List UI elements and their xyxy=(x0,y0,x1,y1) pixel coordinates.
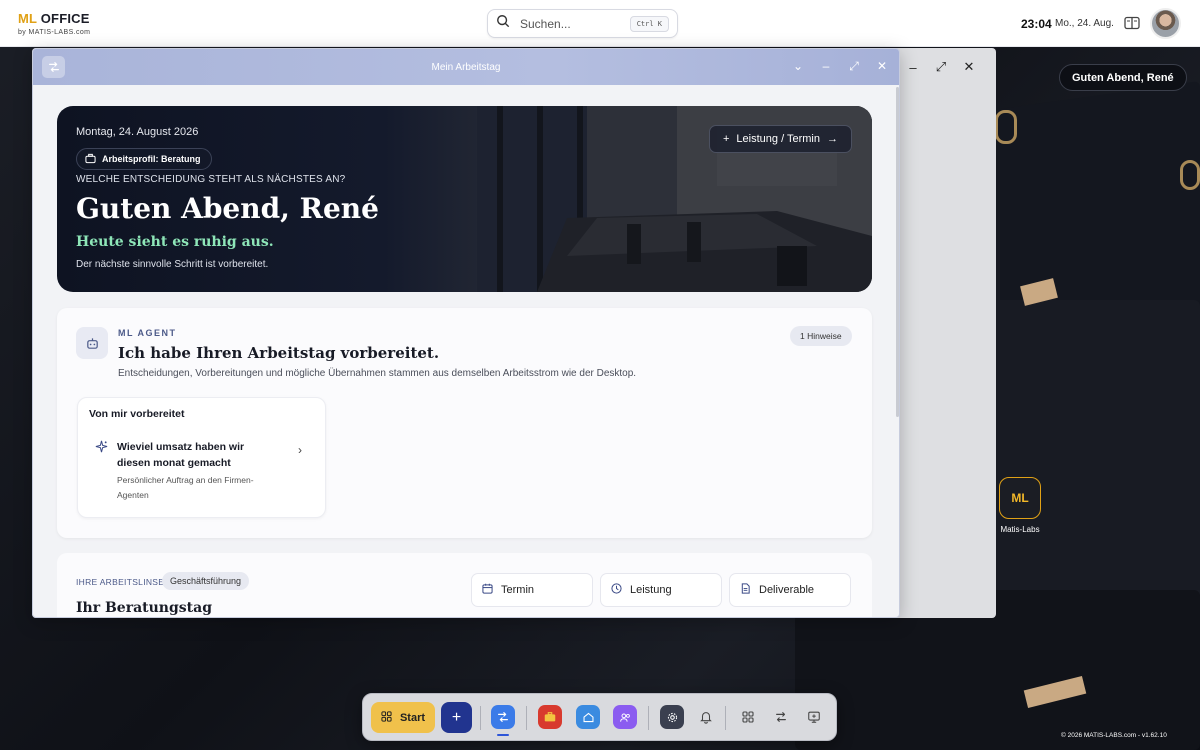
hero-description: Der nächste sinnvolle Schritt ist vorber… xyxy=(76,259,269,270)
window-controls: ⌄ – ⤢ ✕ xyxy=(791,58,889,74)
profile-chip-label: Arbeitsprofil: Beratung xyxy=(102,154,201,164)
gear-icon xyxy=(667,712,677,722)
leistung-termin-button[interactable]: + Leistung / Termin → xyxy=(709,125,852,153)
prepared-title: Von mir vorbereitet xyxy=(89,408,185,420)
hero-date: Montag, 24. August 2026 xyxy=(76,126,199,138)
close-icon[interactable]: ✕ xyxy=(960,58,978,76)
desktop-greeting: Guten Abend, René xyxy=(1059,64,1187,91)
top-bar: ML OFFICE by MATIS-LABS.com Suchen... Ct… xyxy=(0,0,1200,47)
screen-icon[interactable] xyxy=(806,709,822,725)
robot-icon xyxy=(76,327,108,359)
plus-icon: + xyxy=(722,133,730,145)
agent-description: Entscheidungen, Vorbereitungen und mögli… xyxy=(118,368,637,379)
start-button[interactable]: Start xyxy=(371,702,435,733)
close-icon[interactable]: ✕ xyxy=(875,58,889,74)
chevron-down-icon[interactable]: ⌄ xyxy=(791,58,805,74)
hero-title: Guten Abend, René xyxy=(76,192,379,225)
calendar-icon xyxy=(482,583,493,597)
desktop-wallpaper-clip xyxy=(995,110,1017,144)
dock-app-arbeitstag[interactable] xyxy=(491,705,515,729)
workflow-icon[interactable] xyxy=(42,56,65,78)
desktop-app-label: Matis-Labs xyxy=(1000,525,1040,534)
dock-separator xyxy=(526,706,527,730)
window-titlebar[interactable]: Mein Arbeitstag ⌄ – ⤢ ✕ xyxy=(33,49,899,85)
dock-app-contacts[interactable] xyxy=(613,705,637,729)
dock-app-home[interactable] xyxy=(576,705,600,729)
clock-time: 23:04 xyxy=(1021,17,1052,31)
arbeitstag-window: Mein Arbeitstag ⌄ – ⤢ ✕ Montag, 24. Augu… xyxy=(32,48,900,618)
brand-logo[interactable]: ML OFFICE by MATIS-LABS.com xyxy=(18,11,90,36)
background-window-controls: – ⤢ ✕ xyxy=(904,58,978,76)
sparkle-icon xyxy=(95,440,108,458)
users-icon xyxy=(619,713,630,722)
hero-subtitle: Heute sieht es ruhig aus. xyxy=(76,234,274,250)
termin-label: Termin xyxy=(501,584,535,596)
start-label: Start xyxy=(399,711,426,724)
hero-question: WELCHE ENTSCHEIDUNG STEHT ALS NÄCHSTES A… xyxy=(76,174,346,185)
window-title: Mein Arbeitstag xyxy=(431,61,501,73)
new-button[interactable]: + xyxy=(441,702,472,733)
prepared-item-subtitle: Persönlicher Auftrag an den Firmen-Agent… xyxy=(117,475,254,500)
briefcase-icon xyxy=(85,153,96,166)
hero-banner: Montag, 24. August 2026 Arbeitsprofil: B… xyxy=(57,106,872,292)
swap-icon[interactable] xyxy=(773,709,789,725)
dock-app-billing[interactable] xyxy=(538,705,562,729)
work-lens-chip[interactable]: Geschäftsführung xyxy=(162,572,250,590)
grid-icon xyxy=(381,710,392,725)
dock-app-settings[interactable] xyxy=(660,705,684,729)
panel-toggle-icon[interactable] xyxy=(1124,16,1140,30)
active-app-indicator xyxy=(497,734,509,736)
leistung-button[interactable]: Leistung xyxy=(600,573,722,607)
deliverable-label: Deliverable xyxy=(759,584,815,596)
search-shortcut: Ctrl K xyxy=(629,15,669,32)
dock-separator xyxy=(648,706,649,730)
work-eyebrow: IHRE ARBEITSLINSE xyxy=(76,577,165,587)
search-input[interactable]: Suchen... Ctrl K xyxy=(487,9,678,38)
hints-badge[interactable]: 1 Hinweise xyxy=(790,326,852,346)
dock-separator xyxy=(725,706,726,730)
agent-title: Ich habe Ihren Arbeitstag vorbereitet. xyxy=(118,344,440,362)
minimize-icon[interactable]: – xyxy=(819,58,833,74)
chevron-right-icon: › xyxy=(298,443,302,457)
search-icon xyxy=(496,14,510,33)
leistung-label: Leistung xyxy=(630,584,672,596)
clock-icon xyxy=(611,583,622,597)
bell-icon[interactable] xyxy=(698,709,714,725)
search-placeholder: Suchen... xyxy=(520,16,571,31)
apps-grid-icon[interactable] xyxy=(740,709,756,725)
leistung-termin-label: Leistung / Termin xyxy=(736,133,820,145)
prepared-card: Von mir vorbereitet Wieviel umsatz haben… xyxy=(77,397,326,518)
arrow-right-icon: → xyxy=(827,133,838,145)
matis-labs-app-icon: ML xyxy=(999,477,1041,519)
desktop-app-matis-labs[interactable]: ML Matis-Labs xyxy=(996,477,1044,534)
desktop-wallpaper-clip xyxy=(1180,160,1200,190)
brand-name: ML OFFICE xyxy=(18,11,90,26)
agent-eyebrow: ML AGENT xyxy=(118,328,177,338)
work-title: Ihr Beratungstag xyxy=(76,600,212,616)
termin-button[interactable]: Termin xyxy=(471,573,593,607)
home-icon xyxy=(583,712,593,722)
dock-separator xyxy=(480,706,481,730)
minimize-icon[interactable]: – xyxy=(904,58,922,76)
profile-chip[interactable]: Arbeitsprofil: Beratung xyxy=(76,148,212,170)
window-scrollbar[interactable] xyxy=(896,87,899,417)
plus-icon: + xyxy=(451,708,462,726)
briefcase-icon xyxy=(544,712,556,722)
clock-date: Mo., 24. Aug. xyxy=(1055,18,1114,29)
workflow-icon xyxy=(498,712,508,722)
maximize-icon[interactable]: ⤢ xyxy=(847,58,861,74)
work-lens-card: IHRE ARBEITSLINSE Geschäftsführung Ihr B… xyxy=(57,553,872,617)
version-footer: © 2026 MATIS-LABS.com - v1.62.10 xyxy=(1061,732,1167,739)
document-icon xyxy=(740,583,751,597)
dock: Start + xyxy=(362,693,837,741)
maximize-icon[interactable]: ⤢ xyxy=(932,58,950,76)
agent-card: ML AGENT Ich habe Ihren Arbeitstag vorbe… xyxy=(57,308,872,538)
user-avatar[interactable] xyxy=(1150,8,1181,39)
prepared-item-title: Wieviel umsatz haben wir diesen monat ge… xyxy=(117,441,245,469)
brand-subtitle: by MATIS-LABS.com xyxy=(18,29,91,36)
deliverable-button[interactable]: Deliverable xyxy=(729,573,851,607)
